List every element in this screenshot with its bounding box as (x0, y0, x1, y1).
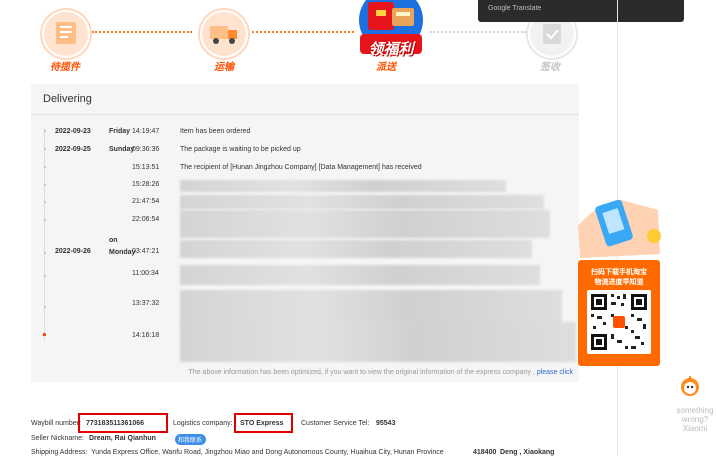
timeline-line (44, 128, 45, 341)
timeline-dot (44, 219, 46, 221)
event-time: 14:19:47 (132, 128, 160, 135)
redacted-text (180, 180, 506, 192)
event-day: Sunday (109, 146, 135, 153)
truck-icon (200, 10, 248, 58)
event-date: 2022-09-25 (55, 146, 91, 153)
customer-service-phone: 95543 (376, 420, 396, 427)
timeline-dot (44, 275, 46, 277)
timeline-dot-current (43, 333, 46, 336)
step-label-transit: 运输 (214, 62, 234, 73)
event-time: 11:00:34 (132, 270, 159, 277)
logistics-panel: Delivering 2022-09-23 Friday 14:19:47 It… (31, 84, 579, 382)
progress-dots (92, 31, 192, 33)
qr-card: 扫码下载手机淘宝 物流进度早知道 (578, 260, 660, 366)
qr-code-icon (587, 290, 651, 354)
zip-code: 418400 (473, 449, 497, 456)
timeline-dot (44, 148, 46, 150)
step-label-pending-pickup: 待揽件 (50, 62, 80, 73)
redacted-text (180, 290, 562, 324)
panel-footer: The above information has been optimized… (189, 369, 573, 376)
timeline-dot (44, 166, 46, 168)
company-highlight-box (234, 413, 293, 433)
divider (31, 114, 579, 115)
timeline-dot (44, 306, 46, 308)
event-text: The recipient of [Hunan Jingzhou Company… (180, 164, 422, 171)
translate-tooltip-text: Google Translate (488, 5, 542, 12)
timeline-dot (44, 130, 46, 132)
step-label-delivering: 派送 (376, 62, 396, 73)
event-time: 15:28:26 (132, 181, 160, 188)
package-icon (42, 10, 90, 58)
footer-note: The above information has been optimized… (188, 369, 535, 376)
timeline-dot (44, 252, 46, 254)
event-day: on Monday (109, 237, 136, 256)
event-time: 15:13:51 (132, 164, 160, 171)
waybill-label: Waybill number: (31, 420, 81, 427)
qr-caption-line2: 物流进度早知道 (594, 279, 644, 286)
event-time: 14:16:18 (132, 332, 160, 339)
event-date: 2022-09-26 (55, 248, 91, 255)
logistics-company-label: Logistics company: (173, 420, 233, 427)
view-original-link[interactable]: please click (537, 369, 573, 376)
recipient-name: Deng , Xiaokang (500, 449, 555, 456)
redacted-text (180, 322, 576, 362)
app-download-promo[interactable]: 扫码下载手机淘宝 物流进度早知道 (576, 196, 668, 372)
event-date: 2022-09-23 (55, 128, 91, 135)
waybill-highlight-box (78, 413, 168, 433)
timeline-dot (44, 201, 46, 203)
customer-service-label: Customer Service Tel: (301, 420, 370, 427)
event-day: Friday (109, 128, 131, 135)
feedback-bot[interactable]: something wrong? Xiaomi (672, 376, 713, 446)
panel-title: Delivering (43, 93, 92, 105)
redacted-text (180, 210, 550, 238)
promo-label[interactable]: 领福利 (356, 38, 426, 59)
event-time: 22:06:54 (132, 216, 160, 223)
event-time: 13:37:32 (132, 300, 160, 307)
contact-seller-button[interactable]: 和我联系 (175, 434, 207, 445)
feedback-text: something wrong? Xiaomi (676, 406, 714, 433)
event-time: 09:36:36 (132, 146, 160, 153)
event-text: The package is waiting to be picked up (180, 146, 301, 153)
translate-tooltip[interactable]: Google Translate (478, 0, 684, 22)
progress-dots (252, 31, 354, 33)
progress-dots-pending (430, 31, 526, 33)
phone-hand-icon (576, 196, 666, 262)
event-time: 03:47:21 (132, 248, 160, 255)
redacted-text (180, 265, 540, 285)
event-time: 21:47:54 (132, 198, 160, 205)
shipping-address-label: Shipping Address: (31, 449, 88, 456)
seller-name: Dream, Rai Qianhun (89, 435, 156, 442)
shipping-address: Yunda Express Office, Wanfu Road, Jingzh… (91, 449, 444, 456)
step-label-signed: 签收 (540, 62, 560, 73)
redacted-text (180, 240, 532, 258)
seller-label: Seller Nickname: (31, 435, 84, 442)
qr-caption-line1: 扫码下载手机淘宝 (591, 269, 647, 276)
event-text: Item has been ordered (180, 128, 251, 135)
timeline-dot (44, 184, 46, 186)
redacted-text (180, 195, 544, 209)
robot-icon (680, 376, 700, 398)
